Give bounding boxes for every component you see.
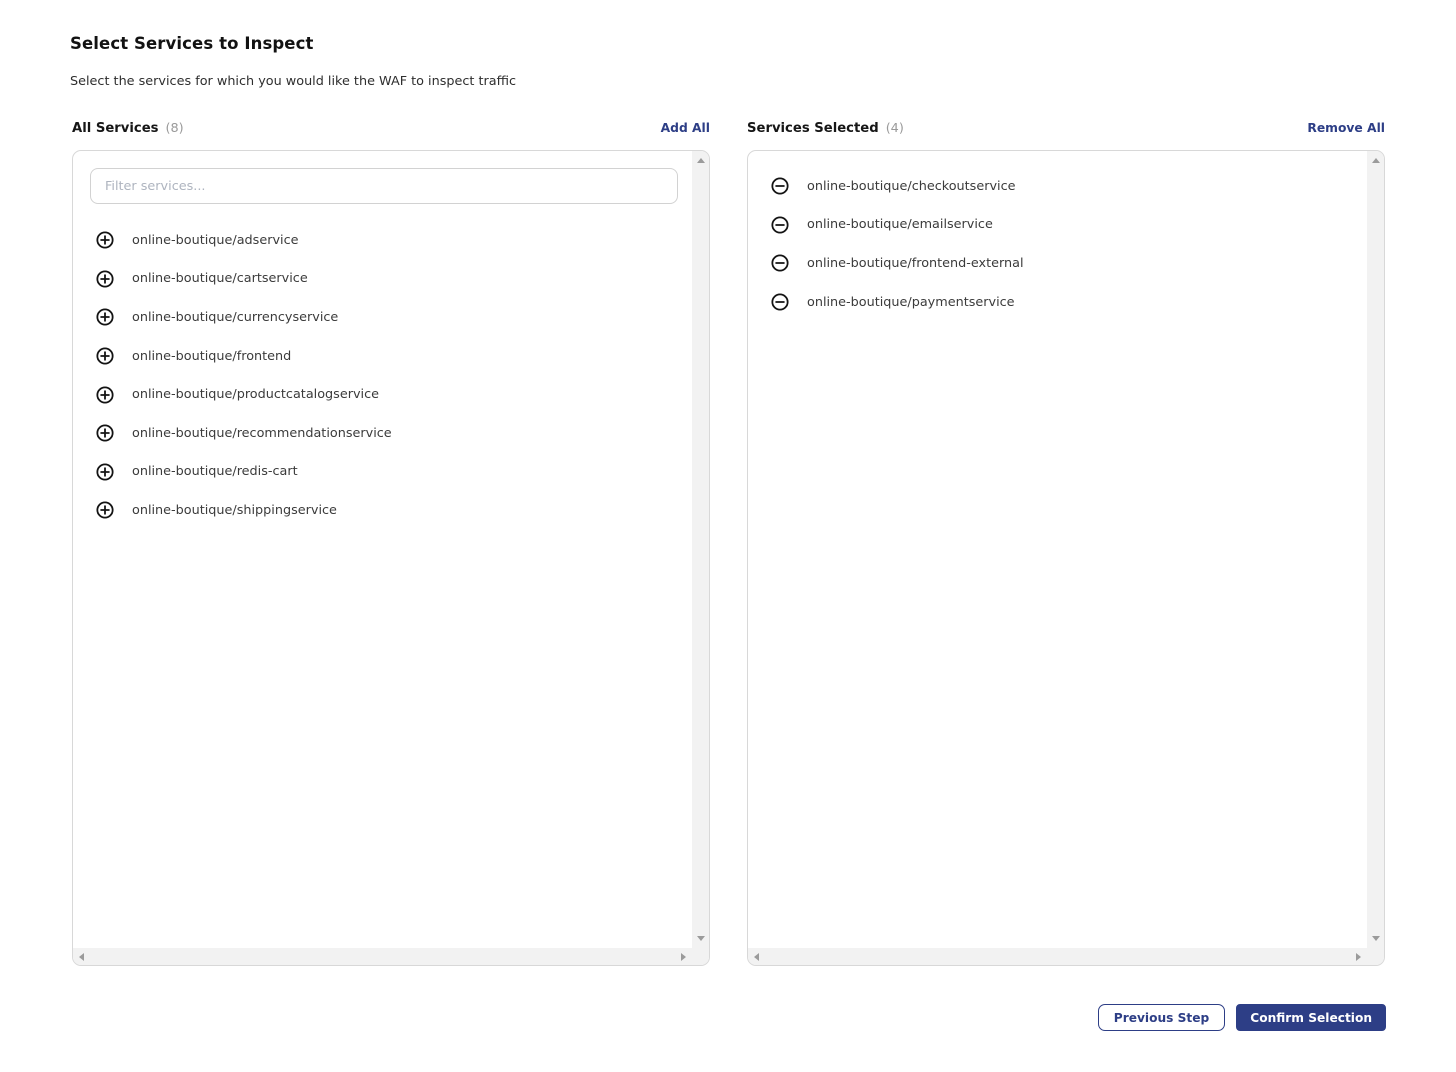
- service-name: online-boutique/currencyservice: [132, 310, 338, 325]
- all-services-list-item[interactable]: online-boutique/currencyservice: [73, 298, 692, 337]
- selected-services-count: (4): [886, 121, 904, 136]
- scroll-left-arrow-icon[interactable]: [754, 953, 759, 961]
- scroll-down-arrow-icon[interactable]: [1372, 936, 1380, 941]
- service-name: online-boutique/recommendationservice: [132, 426, 392, 441]
- all-services-title: All Services (8): [72, 121, 184, 136]
- all-services-panel-content: online-boutique/adservice: [73, 151, 692, 948]
- plus-circle-icon[interactable]: [96, 463, 114, 481]
- plus-circle-icon[interactable]: [96, 347, 114, 365]
- previous-step-button[interactable]: Previous Step: [1098, 1004, 1225, 1031]
- service-name: online-boutique/redis-cart: [132, 464, 298, 479]
- all-services-count: (8): [166, 121, 184, 136]
- service-name: online-boutique/cartservice: [132, 271, 308, 286]
- all-services-list-item[interactable]: online-boutique/redis-cart: [73, 453, 692, 492]
- selected-services-header: Services Selected (4) Remove All: [747, 119, 1385, 137]
- service-name: online-boutique/productcatalogservice: [132, 387, 379, 402]
- vertical-scrollbar[interactable]: [1367, 151, 1384, 948]
- all-services-list-item[interactable]: online-boutique/adservice: [73, 221, 692, 260]
- all-services-panel: online-boutique/adservice: [72, 150, 710, 966]
- plus-circle-icon[interactable]: [96, 501, 114, 519]
- selected-services-list-item[interactable]: online-boutique/emailservice: [748, 206, 1367, 245]
- add-all-link[interactable]: Add All: [661, 121, 710, 135]
- plus-circle-icon[interactable]: [96, 308, 114, 326]
- wizard-footer: Previous Step Confirm Selection: [0, 1004, 1386, 1031]
- minus-circle-icon[interactable]: [771, 254, 789, 272]
- service-name: online-boutique/frontend: [132, 349, 291, 364]
- all-services-list-item[interactable]: online-boutique/recommendationservice: [73, 414, 692, 453]
- selected-services-list-item[interactable]: online-boutique/checkoutservice: [748, 167, 1367, 206]
- all-services-label: All Services: [72, 121, 159, 136]
- service-name: online-boutique/shippingservice: [132, 503, 337, 518]
- service-name: online-boutique/paymentservice: [807, 295, 1015, 310]
- all-services-section: All Services (8) Add All: [72, 119, 710, 966]
- all-services-list-item[interactable]: online-boutique/shippingservice: [73, 491, 692, 530]
- remove-all-link[interactable]: Remove All: [1307, 121, 1385, 135]
- plus-circle-icon[interactable]: [96, 270, 114, 288]
- plus-circle-icon[interactable]: [96, 231, 114, 249]
- scroll-right-arrow-icon[interactable]: [681, 953, 686, 961]
- scroll-left-arrow-icon[interactable]: [79, 953, 84, 961]
- page-subtitle: Select the services for which you would …: [70, 74, 1456, 89]
- page-title: Select Services to Inspect: [70, 34, 1456, 53]
- dual-list-container: All Services (8) Add All: [72, 119, 1456, 966]
- all-services-list: online-boutique/adservice: [73, 221, 692, 530]
- vertical-scrollbar[interactable]: [692, 151, 709, 948]
- selected-services-label: Services Selected: [747, 121, 879, 136]
- scroll-right-arrow-icon[interactable]: [1356, 953, 1361, 961]
- service-name: online-boutique/checkoutservice: [807, 179, 1016, 194]
- select-services-page: Select Services to Inspect Select the se…: [0, 0, 1456, 1031]
- selected-services-title: Services Selected (4): [747, 121, 904, 136]
- all-services-list-item[interactable]: online-boutique/cartservice: [73, 260, 692, 299]
- selected-services-panel: online-boutique/checkoutservice: [747, 150, 1385, 966]
- all-services-list-item[interactable]: online-boutique/frontend: [73, 337, 692, 376]
- all-services-list-item[interactable]: online-boutique/productcatalogservice: [73, 375, 692, 414]
- selected-services-list-item[interactable]: online-boutique/paymentservice: [748, 283, 1367, 322]
- all-services-header: All Services (8) Add All: [72, 119, 710, 137]
- selected-services-list: online-boutique/checkoutservice: [748, 167, 1367, 321]
- filter-services-input[interactable]: [90, 168, 678, 204]
- scrollbar-corner: [1367, 948, 1384, 965]
- selected-services-panel-content: online-boutique/checkoutservice: [748, 151, 1367, 948]
- scrollbar-corner: [692, 948, 709, 965]
- service-name: online-boutique/adservice: [132, 233, 299, 248]
- scroll-down-arrow-icon[interactable]: [697, 936, 705, 941]
- service-name: online-boutique/emailservice: [807, 217, 993, 232]
- horizontal-scrollbar[interactable]: [748, 948, 1367, 965]
- minus-circle-icon[interactable]: [771, 216, 789, 234]
- minus-circle-icon[interactable]: [771, 177, 789, 195]
- scroll-up-arrow-icon[interactable]: [697, 158, 705, 163]
- confirm-selection-button[interactable]: Confirm Selection: [1236, 1004, 1386, 1031]
- horizontal-scrollbar[interactable]: [73, 948, 692, 965]
- service-name: online-boutique/frontend-external: [807, 256, 1024, 271]
- selected-services-list-item[interactable]: online-boutique/frontend-external: [748, 244, 1367, 283]
- minus-circle-icon[interactable]: [771, 293, 789, 311]
- selected-services-section: Services Selected (4) Remove All: [747, 119, 1385, 966]
- scroll-up-arrow-icon[interactable]: [1372, 158, 1380, 163]
- plus-circle-icon[interactable]: [96, 424, 114, 442]
- plus-circle-icon[interactable]: [96, 386, 114, 404]
